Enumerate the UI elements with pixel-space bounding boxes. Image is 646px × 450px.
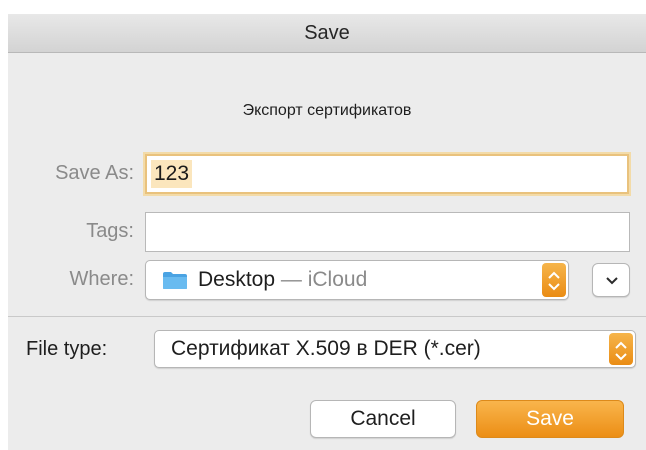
tags-label: Tags: [86,220,134,242]
updown-arrows-icon [609,333,633,365]
save-dialog: Save Экспорт сертификатов Save As: 123 T… [8,14,646,450]
separator [8,316,646,317]
save-as-value: 123 [151,160,193,188]
where-location-name: Desktop [198,268,276,291]
cancel-button[interactable]: Cancel [310,400,456,438]
file-type-value: Сертификат X.509 в DER (*.cer) [171,337,481,360]
file-type-popup[interactable]: Сертификат X.509 в DER (*.cer) [154,330,636,368]
where-location-suffix: — iCloud [275,268,368,291]
folder-icon [162,270,188,295]
expand-button[interactable] [592,263,630,297]
chevron-down-icon [606,277,618,285]
file-type-label: File type: [26,338,108,360]
tags-field[interactable] [145,212,630,252]
dialog-title: Save [304,22,350,44]
save-as-field[interactable]: 123 [145,154,629,194]
updown-arrows-icon [542,263,566,297]
where-location: Desktop — iCloud [198,261,367,299]
title-bar[interactable]: Save [8,14,646,53]
save-as-label: Save As: [55,162,134,184]
where-label: Where: [69,268,134,290]
save-button[interactable]: Save [476,400,624,438]
background-strip [0,0,646,14]
dialog-message: Экспорт сертификатов [242,102,412,119]
where-popup[interactable]: Desktop — iCloud [145,260,569,300]
